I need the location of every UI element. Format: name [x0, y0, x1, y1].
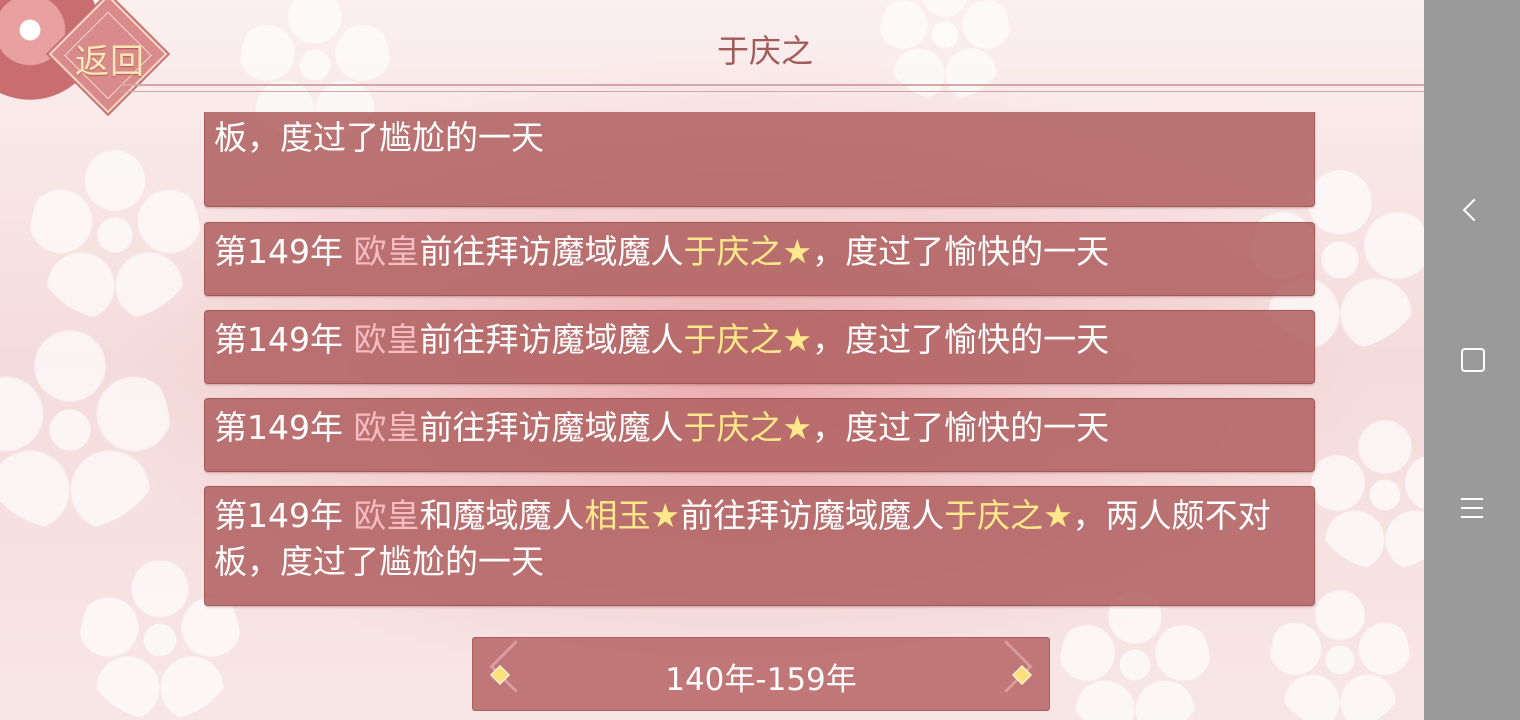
log-text: ，度过了愉快的一天: [812, 408, 1110, 447]
log-entry: 第149年 欧皇和魔域魔人相玉★前往拜访魔域魔人于庆之★，两人颇不对板，度过了尴…: [204, 486, 1315, 606]
character-name: 于庆之★: [683, 320, 813, 359]
player-name: 欧皇: [353, 320, 420, 359]
log-text: 前往拜访魔域魔人: [419, 320, 684, 359]
log-entry: 第149年 欧皇前往拜访魔域魔人于庆之★，度过了愉快的一天: [204, 222, 1315, 296]
log-text: 第149年: [214, 408, 354, 447]
log-entry: 第149年 欧皇前往拜访魔域魔人于庆之★，度过了愉快的一天: [204, 398, 1315, 472]
chevron-left-icon: [1462, 198, 1486, 222]
hamburger-bar: [1461, 498, 1483, 500]
system-menu-button[interactable]: [1452, 488, 1492, 528]
log-text: 第149年: [214, 496, 354, 535]
character-name: 于庆之★: [944, 496, 1073, 535]
hamburger-bar: [1461, 516, 1483, 518]
log-text: 第149年: [214, 320, 354, 359]
log-text: ，两人颇不对板，度过了尴尬的一天: [214, 118, 544, 157]
log-text: 第149年: [214, 232, 354, 271]
log-text: 和魔域魔人: [419, 496, 585, 535]
blossom-decoration: [0, 330, 170, 530]
square-icon: [1461, 348, 1485, 372]
character-name: 于庆之★: [683, 408, 813, 447]
character-name: 相玉★: [584, 496, 681, 535]
ornate-right-arrow-icon: [980, 640, 1033, 693]
page-title: 于庆之: [716, 32, 813, 70]
log-entry: 第149年 欧皇前往拜访魔域魔人于庆之★，度过了愉快的一天: [204, 310, 1315, 384]
hamburger-bar: [1461, 507, 1483, 509]
character-name: 于庆之★: [683, 232, 813, 271]
player-name: 欧皇: [353, 496, 420, 535]
log-text: ，度过了愉快的一天: [812, 320, 1110, 359]
year-range-pager: 140年-159年: [472, 637, 1050, 711]
player-name: 欧皇: [353, 408, 420, 447]
log-entry: 第148年 欧皇和魔域魔人相玉★前往拜访魔域魔人于庆之★，两人颇不对板，度过了尴…: [204, 112, 1315, 207]
log-text: 前往拜访魔域魔人: [419, 232, 684, 271]
game-screen: 返回 于庆之 ௵ 第148年 欧皇和魔域魔人相玉★前往拜访魔域魔人于庆之★，两人…: [0, 0, 1424, 720]
log-text: ，度过了愉快的一天: [812, 232, 1110, 271]
system-back-button[interactable]: [1452, 190, 1492, 230]
system-home-button[interactable]: [1452, 340, 1492, 380]
back-button-label: 返回: [75, 42, 145, 82]
event-log-list[interactable]: 第148年 欧皇和魔域魔人相玉★前往拜访魔域魔人于庆之★，两人颇不对板，度过了尴…: [204, 112, 1317, 612]
log-text: 前往拜访魔域魔人: [419, 408, 684, 447]
system-navigation-bar: [1424, 0, 1520, 720]
player-name: 欧皇: [353, 232, 420, 271]
title-divider: [120, 84, 1424, 92]
log-text: 前往拜访魔域魔人: [680, 496, 945, 535]
blossom-decoration: [1310, 420, 1424, 570]
blossom-decoration: [30, 150, 200, 320]
next-page-button[interactable]: [980, 640, 1039, 708]
year-range-label: 140年-159年: [665, 662, 857, 698]
